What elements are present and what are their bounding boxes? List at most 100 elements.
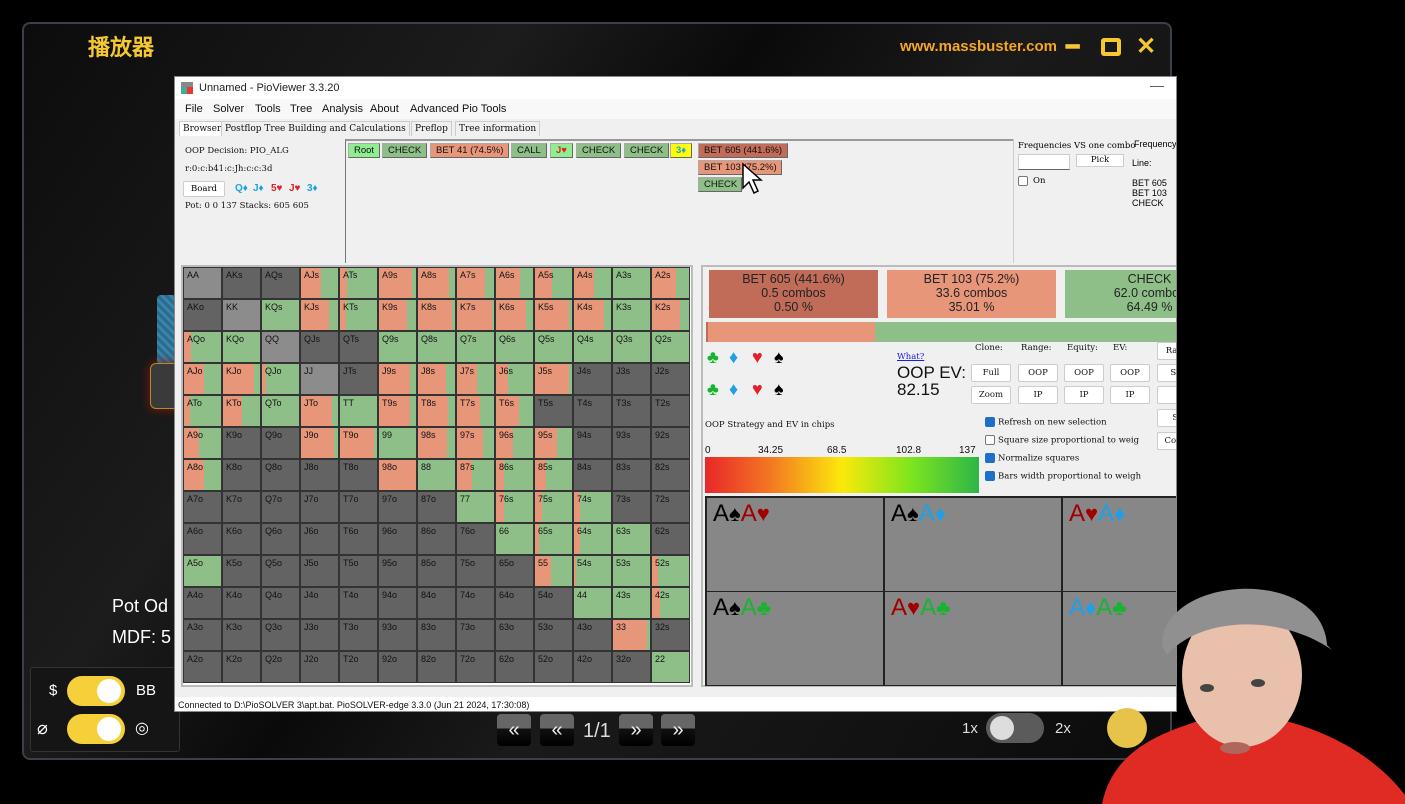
line-node-check[interactable]: CHECK	[382, 143, 428, 158]
hand-cell-74o[interactable]: 74o	[456, 587, 495, 619]
hand-cell-Q5o[interactable]: Q5o	[261, 555, 300, 587]
what-link[interactable]: What?	[897, 352, 924, 362]
side-button-3[interactable]: S	[1157, 386, 1176, 404]
hand-cell-Q4o[interactable]: Q4o	[261, 587, 300, 619]
hand-cell-76s[interactable]: 76s	[495, 491, 534, 523]
hand-cell-K2s[interactable]: K2s	[651, 299, 690, 331]
hand-cell-53o[interactable]: 53o	[534, 619, 573, 651]
hand-cell-88[interactable]: 88	[417, 459, 456, 491]
hand-cell-T2o[interactable]: T2o	[339, 651, 378, 683]
hand-cell-75o[interactable]: 75o	[456, 555, 495, 587]
range-ip-button[interactable]: IP	[1018, 386, 1058, 404]
hand-cell-J4o[interactable]: J4o	[300, 587, 339, 619]
hand-cell-KTo[interactable]: KTo	[222, 395, 261, 427]
hand-cell-J9s[interactable]: J9s	[378, 363, 417, 395]
menu-analysis[interactable]: Analysis	[322, 103, 363, 115]
hand-cell-42s[interactable]: 42s	[651, 587, 690, 619]
hand-cell-Q2o[interactable]: Q2o	[261, 651, 300, 683]
hand-cell-85s[interactable]: 85s	[534, 459, 573, 491]
hand-cell-32o[interactable]: 32o	[612, 651, 651, 683]
hand-cell-53s[interactable]: 53s	[612, 555, 651, 587]
hand-cell-JJ[interactable]: JJ	[300, 363, 339, 395]
side-button-4[interactable]: St	[1157, 409, 1176, 427]
hand-cell-A2s[interactable]: A2s	[651, 267, 690, 299]
combo-cell[interactable]: A♠A♥	[706, 497, 884, 592]
hand-cell-54s[interactable]: 54s	[573, 555, 612, 587]
ev-oop-button[interactable]: OOP	[1110, 364, 1150, 382]
hand-cell-87s[interactable]: 87s	[456, 459, 495, 491]
hand-cell-T4o[interactable]: T4o	[339, 587, 378, 619]
hand-cell-66[interactable]: 66	[495, 523, 534, 555]
hand-cell-75s[interactable]: 75s	[534, 491, 573, 523]
hand-cell-A4s[interactable]: A4s	[573, 267, 612, 299]
hand-cell-65s[interactable]: 65s	[534, 523, 573, 555]
hand-cell-T7o[interactable]: T7o	[339, 491, 378, 523]
hand-cell-98s[interactable]: 98s	[417, 427, 456, 459]
hand-cell-QJo[interactable]: QJo	[261, 363, 300, 395]
site-link[interactable]: www.massbuster.com	[900, 38, 1057, 55]
hand-cell-82s[interactable]: 82s	[651, 459, 690, 491]
hand-cell-44[interactable]: 44	[573, 587, 612, 619]
tab-postflop[interactable]: Postflop Tree Building and Calculations	[221, 121, 410, 136]
speed-toggle[interactable]	[986, 713, 1044, 743]
hand-cell-94s[interactable]: 94s	[573, 427, 612, 459]
checkbox[interactable]	[985, 471, 995, 481]
hand-cell-K5s[interactable]: K5s	[534, 299, 573, 331]
checkbox[interactable]	[985, 453, 995, 463]
hand-cell-AJs[interactable]: AJs	[300, 267, 339, 299]
hand-cell-J6s[interactable]: J6s	[495, 363, 534, 395]
hand-cell-A5s[interactable]: A5s	[534, 267, 573, 299]
hand-cell-AKo[interactable]: AKo	[183, 299, 222, 331]
hand-cell-96o[interactable]: 96o	[378, 523, 417, 555]
hand-cell-A6s[interactable]: A6s	[495, 267, 534, 299]
hand-cell-Q6o[interactable]: Q6o	[261, 523, 300, 555]
combo-input[interactable]	[1018, 154, 1070, 170]
summary-check[interactable]: CHECK62.0 combos64.49 %	[1065, 270, 1176, 318]
tab-preflop[interactable]: Preflop	[411, 121, 452, 136]
hand-cell-95o[interactable]: 95o	[378, 555, 417, 587]
hand-cell-K2o[interactable]: K2o	[222, 651, 261, 683]
hand-cell-Q4s[interactable]: Q4s	[573, 331, 612, 363]
hand-cell-JTs[interactable]: JTs	[339, 363, 378, 395]
visibility-toggle[interactable]	[67, 714, 125, 744]
hand-cell-J8s[interactable]: J8s	[417, 363, 456, 395]
hand-cell-55[interactable]: 55	[534, 555, 573, 587]
summary-bet[interactable]: BET 103 (75.2%) 33.6 combos 35.01 %	[887, 270, 1056, 318]
hand-cell-87o[interactable]: 87o	[417, 491, 456, 523]
hand-cell-74s[interactable]: 74s	[573, 491, 612, 523]
pick-button[interactable]: Pick	[1076, 154, 1124, 167]
hand-cell-AKs[interactable]: AKs	[222, 267, 261, 299]
minimize-icon[interactable]: ━	[1066, 34, 1079, 60]
line-node-bet-41-74-5-[interactable]: BET 41 (74.5%)	[430, 143, 510, 158]
ev-ip-button[interactable]: IP	[1110, 386, 1150, 404]
hand-cell-96s[interactable]: 96s	[495, 427, 534, 459]
diamond-filter-icon[interactable]: ♦	[729, 347, 738, 368]
hand-cell-AJo[interactable]: AJo	[183, 363, 222, 395]
menu-advanced-pio-tools[interactable]: Advanced Pio Tools	[410, 103, 506, 115]
hand-cell-62s[interactable]: 62s	[651, 523, 690, 555]
hand-cell-TT[interactable]: TT	[339, 395, 378, 427]
hand-cell-J2o[interactable]: J2o	[300, 651, 339, 683]
hand-cell-86s[interactable]: 86s	[495, 459, 534, 491]
board-button[interactable]: Board	[183, 181, 225, 197]
hand-cell-KK[interactable]: KK	[222, 299, 261, 331]
hand-cell-K4o[interactable]: K4o	[222, 587, 261, 619]
hand-cell-43o[interactable]: 43o	[573, 619, 612, 651]
hand-cell-A6o[interactable]: A6o	[183, 523, 222, 555]
hand-cell-J6o[interactable]: J6o	[300, 523, 339, 555]
checkbox[interactable]	[985, 435, 995, 445]
hand-cell-73o[interactable]: 73o	[456, 619, 495, 651]
line-node-check[interactable]: CHECK	[576, 143, 622, 158]
hand-cell-85o[interactable]: 85o	[417, 555, 456, 587]
heart-filter-icon[interactable]: ♥	[752, 347, 763, 368]
spade-filter-icon[interactable]: ♠	[774, 347, 784, 368]
hand-cell-QTo[interactable]: QTo	[261, 395, 300, 427]
hand-cell-64s[interactable]: 64s	[573, 523, 612, 555]
hand-cell-T8o[interactable]: T8o	[339, 459, 378, 491]
hand-cell-J7o[interactable]: J7o	[300, 491, 339, 523]
hand-cell-98o[interactable]: 98o	[378, 459, 417, 491]
hand-cell-T4s[interactable]: T4s	[573, 395, 612, 427]
option-checkbox-row[interactable]: Refresh on new selection	[985, 417, 1107, 428]
hand-cell-A2o[interactable]: A2o	[183, 651, 222, 683]
hand-cell-42o[interactable]: 42o	[573, 651, 612, 683]
